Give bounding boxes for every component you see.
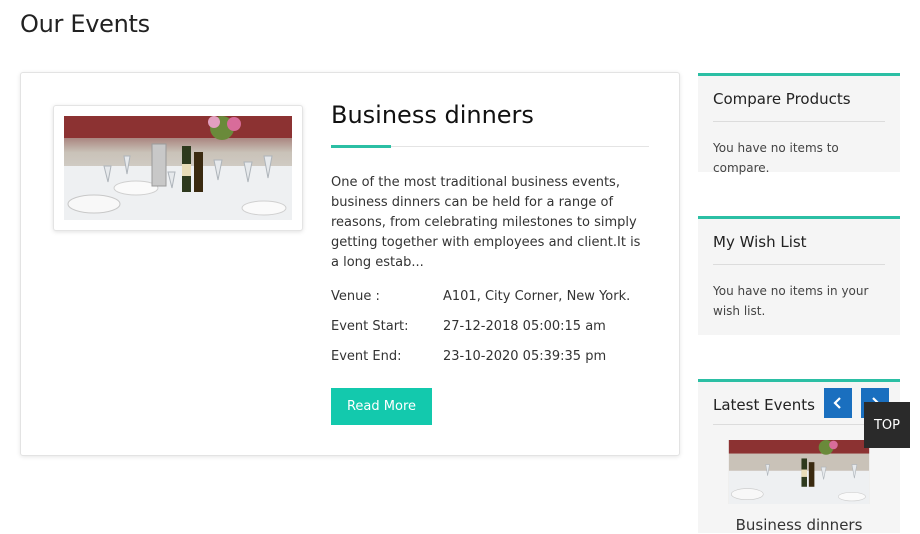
latest-prev-button[interactable] bbox=[824, 388, 852, 418]
event-image[interactable] bbox=[64, 116, 292, 220]
event-description: One of the most traditional business eve… bbox=[331, 175, 641, 270]
page-title: Our Events bbox=[20, 10, 150, 38]
wishlist-title: My Wish List bbox=[713, 233, 807, 251]
detail-label: Event Start: bbox=[331, 319, 409, 334]
back-to-top-button[interactable]: TOP bbox=[864, 402, 910, 448]
compare-products-title: Compare Products bbox=[713, 90, 851, 108]
chevron-left-icon bbox=[833, 397, 841, 409]
event-image-frame[interactable] bbox=[53, 105, 303, 231]
detail-value: 23-10-2020 05:39:35 pm bbox=[443, 349, 607, 364]
detail-value: 27-12-2018 05:00:15 am bbox=[443, 319, 606, 334]
detail-value: A101, City Corner, New York. bbox=[443, 289, 631, 304]
compare-divider bbox=[713, 121, 885, 122]
event-title[interactable]: Business dinners bbox=[331, 101, 534, 129]
latest-event-photo[interactable] bbox=[728, 440, 870, 504]
latest-event-name[interactable]: Business dinners bbox=[698, 516, 900, 534]
compare-products-block: Compare Products You have no items to co… bbox=[698, 73, 900, 175]
read-more-button[interactable]: Read More bbox=[331, 388, 432, 425]
wishlist-block: My Wish List You have no items in your w… bbox=[698, 216, 900, 335]
detail-label: Venue : bbox=[331, 289, 380, 304]
wishlist-empty-message: You have no items in your wish list. bbox=[713, 284, 869, 318]
detail-label: Event End: bbox=[331, 349, 402, 364]
wishlist-divider bbox=[713, 264, 885, 265]
title-accent-bar bbox=[331, 145, 391, 148]
compare-empty-message: You have no items to compare. bbox=[713, 141, 839, 175]
event-card: Business dinners One of the most traditi… bbox=[20, 72, 680, 456]
latest-events-title: Latest Events bbox=[713, 396, 815, 414]
latest-divider bbox=[713, 424, 885, 425]
latest-event-image[interactable] bbox=[728, 440, 870, 508]
